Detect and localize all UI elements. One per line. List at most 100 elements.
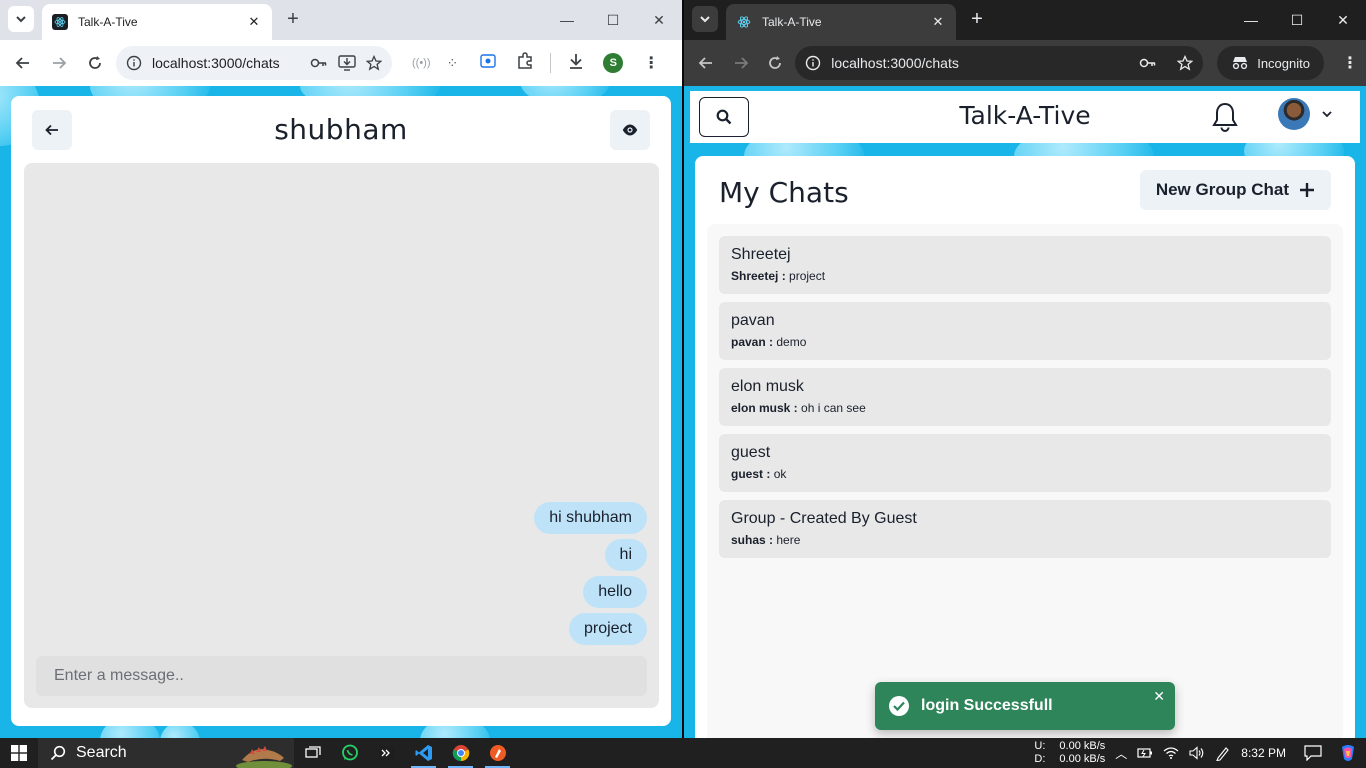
chat-list-item[interactable]: guest guest : ok <box>719 434 1331 492</box>
copilot-icon[interactable] <box>1338 743 1358 763</box>
chat-list-item[interactable]: Group - Created By Guest suhas : here <box>719 500 1331 558</box>
screen-capture-icon[interactable] <box>480 53 496 73</box>
chevron-down-icon <box>16 16 26 23</box>
close-window-button[interactable]: ✕ <box>1320 0 1366 40</box>
windows-start-button[interactable] <box>0 738 38 768</box>
postman-app[interactable] <box>479 738 516 768</box>
message-list: hi shubham hi hello project <box>534 502 647 645</box>
address-bar[interactable]: localhost:3000/chats <box>795 46 1204 80</box>
downloads-icon[interactable] <box>567 52 585 75</box>
latest-message-sender: guest : <box>731 467 771 481</box>
browser-tab[interactable]: Talk-A-Tive ✕ <box>726 4 956 40</box>
browser-tab[interactable]: Talk-A-Tive ✕ <box>42 4 272 40</box>
network-speed: U: D: 0.00 kB/s 0.00 kB/s <box>1034 740 1105 766</box>
new-tab-button[interactable]: + <box>964 6 990 32</box>
back-nav-button[interactable] <box>8 48 38 78</box>
maximize-button[interactable]: ☐ <box>1274 0 1320 40</box>
chat-name: Shreetej <box>731 246 791 263</box>
tab-close-icon[interactable]: ✕ <box>930 14 946 30</box>
reload-icon <box>89 56 101 69</box>
key-icon[interactable] <box>310 56 328 70</box>
page-background: shubham hi shubham hi hello project <box>0 86 682 738</box>
wifi-icon[interactable] <box>1163 747 1179 759</box>
arrow-right-icon <box>53 57 67 69</box>
windows-logo-icon <box>11 745 27 761</box>
arrow-left-icon <box>698 57 713 69</box>
search-label: Search <box>76 744 127 761</box>
terminal-app[interactable] <box>368 738 405 768</box>
tab-search-button[interactable] <box>692 6 718 32</box>
chat-name: pavan <box>731 312 775 329</box>
task-view-button[interactable] <box>294 738 331 768</box>
back-button[interactable] <box>32 110 72 150</box>
message-input[interactable] <box>36 656 647 696</box>
volume-icon[interactable] <box>1189 746 1205 760</box>
whatsapp-app[interactable] <box>331 738 368 768</box>
toolbar-separator <box>550 53 552 73</box>
tab-title: Talk-A-Tive <box>762 15 822 29</box>
react-icon <box>736 14 752 30</box>
key-icon[interactable] <box>1139 56 1157 70</box>
latest-message-sender: Shreetej : <box>731 269 786 283</box>
reload-button[interactable] <box>80 48 110 78</box>
cast-icon[interactable]: ((•)) <box>412 57 431 69</box>
latest-message-text: demo <box>776 335 807 349</box>
back-nav-button[interactable] <box>692 48 720 78</box>
pen-icon[interactable] <box>1215 745 1231 761</box>
maximize-button[interactable]: ☐ <box>590 0 636 40</box>
minimize-button[interactable]: — <box>544 0 590 40</box>
eye-icon <box>622 124 638 136</box>
reload-button[interactable] <box>761 48 789 78</box>
taskbar: Search U: D: 0.00 kB/s 0.00 kB/s ︿ 8:32 … <box>0 738 1366 768</box>
extensions-puzzle-icon[interactable] <box>516 51 534 75</box>
app-header: Talk-A-Tive <box>690 91 1360 143</box>
clock-time[interactable]: 8:32 PM <box>1241 746 1286 760</box>
message-bubble: hi <box>604 539 647 571</box>
loading-icon[interactable]: ⁘ <box>447 55 459 72</box>
notifications-icon[interactable] <box>1304 745 1322 761</box>
download-speed: 0.00 kB/s <box>1059 753 1106 765</box>
battery-icon[interactable] <box>1137 747 1153 759</box>
browser-toolbar: localhost:3000/chats ((•)) ⁘ S ⋮ <box>0 40 682 86</box>
message-bubble: hi shubham <box>534 502 647 534</box>
chat-list-item[interactable]: Shreetej Shreetej : project <box>719 236 1331 294</box>
close-window-button[interactable]: ✕ <box>636 0 682 40</box>
dinosaur-icon <box>236 746 292 768</box>
view-profile-button[interactable] <box>610 110 650 150</box>
chat-list: Shreetej Shreetej : project pavan pavan … <box>707 224 1343 738</box>
chat-list-item[interactable]: elon musk elon musk : oh i can see <box>719 368 1331 426</box>
notification-bell-icon[interactable] <box>1210 101 1240 138</box>
postman-icon <box>489 745 506 761</box>
new-tab-button[interactable]: + <box>280 6 306 32</box>
chevron-up-icon[interactable]: ︿ <box>1115 745 1127 762</box>
incognito-indicator[interactable]: Incognito <box>1217 46 1324 80</box>
app-title: Talk-A-Tive <box>959 101 1091 130</box>
new-group-chat-button[interactable]: New Group Chat <box>1139 170 1331 210</box>
chat-title: shubham <box>274 113 408 146</box>
address-bar[interactable]: localhost:3000/chats <box>116 46 392 80</box>
chat-name: Group - Created By Guest <box>731 510 917 527</box>
window-controls: — ☐ ✕ <box>1228 0 1366 40</box>
install-app-icon[interactable] <box>338 55 356 71</box>
chrome-app[interactable] <box>442 738 479 768</box>
login-success-toast: login Successfull ✕ <box>875 682 1175 730</box>
tab-close-icon[interactable]: ✕ <box>246 14 262 30</box>
single-chat-panel: shubham hi shubham hi hello project <box>11 96 671 726</box>
toast-close-icon[interactable]: ✕ <box>1153 688 1165 705</box>
menu-kebab-icon[interactable]: ⋮ <box>643 53 659 73</box>
bookmark-star-icon[interactable] <box>366 55 382 71</box>
profile-avatar[interactable]: S <box>603 53 624 73</box>
taskbar-search[interactable]: Search <box>38 738 294 768</box>
arrow-right-icon <box>734 57 748 69</box>
minimize-button[interactable]: — <box>1228 0 1274 40</box>
forward-nav-button[interactable] <box>44 48 74 78</box>
profile-menu[interactable] <box>1278 98 1332 130</box>
forward-nav-button[interactable] <box>726 48 754 78</box>
tab-search-button[interactable] <box>8 6 34 32</box>
latest-message: suhas : here <box>731 533 1319 547</box>
avatar <box>1278 98 1310 130</box>
bookmark-star-icon[interactable] <box>1177 55 1194 71</box>
chat-list-item[interactable]: pavan pavan : demo <box>719 302 1331 360</box>
menu-kebab-icon[interactable]: ⋮ <box>1342 53 1358 73</box>
vscode-app[interactable] <box>405 738 442 768</box>
